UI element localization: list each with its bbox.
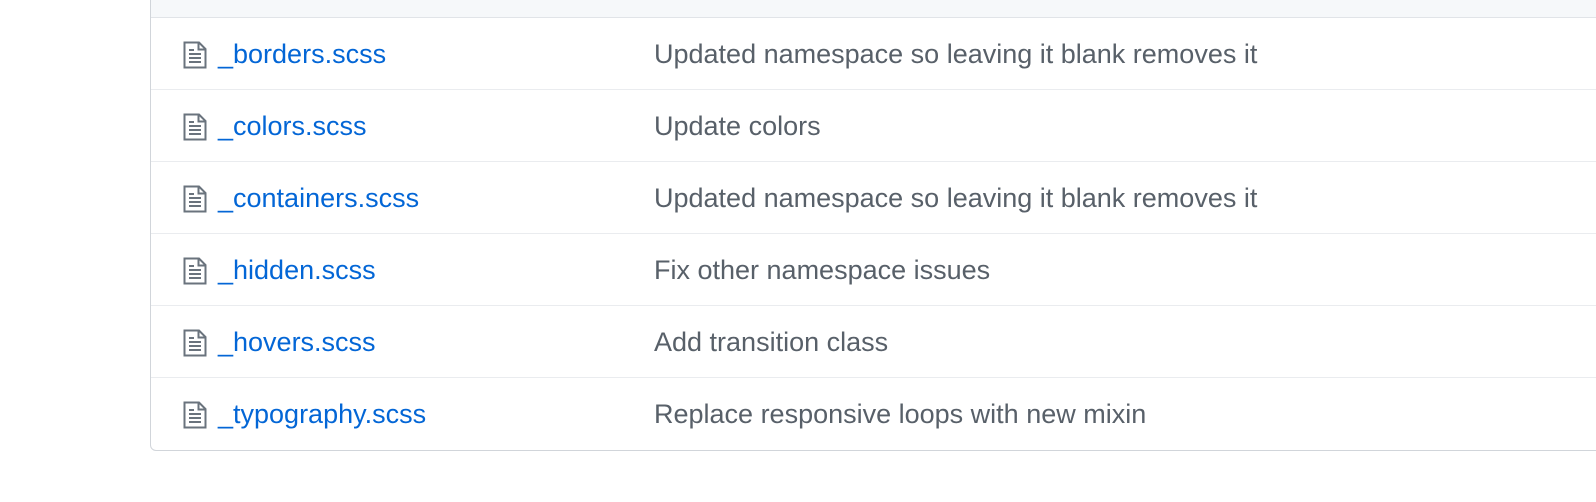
commit-message-link[interactable]: Updated namespace so leaving it blank re… <box>654 180 1257 216</box>
table-row: _hovers.scss Add transition class <box>151 306 1596 378</box>
file-icon <box>183 41 207 69</box>
file-name-link[interactable]: _borders.scss <box>218 36 386 72</box>
file-name-link[interactable]: _hovers.scss <box>218 324 376 360</box>
commit-message-link[interactable]: Replace responsive loops with new mixin <box>654 396 1146 432</box>
file-name-link[interactable]: _hidden.scss <box>218 252 376 288</box>
commit-message-link[interactable]: Update colors <box>654 108 821 144</box>
file-name-link[interactable]: _typography.scss <box>218 396 426 432</box>
file-icon <box>183 113 207 141</box>
file-name-link[interactable]: _containers.scss <box>218 180 419 216</box>
table-row: _hidden.scss Fix other namespace issues <box>151 234 1596 306</box>
table-header <box>151 0 1596 18</box>
table-row: _typography.scss Replace responsive loop… <box>151 378 1596 450</box>
file-icon <box>183 257 207 285</box>
commit-message-link[interactable]: Fix other namespace issues <box>654 252 990 288</box>
file-icon <box>183 185 207 213</box>
file-name-link[interactable]: _colors.scss <box>218 108 367 144</box>
file-list-table: _borders.scss Updated namespace so leavi… <box>150 0 1596 451</box>
commit-message-link[interactable]: Updated namespace so leaving it blank re… <box>654 36 1257 72</box>
file-icon <box>183 401 207 429</box>
table-row: _borders.scss Updated namespace so leavi… <box>151 18 1596 90</box>
table-row: _containers.scss Updated namespace so le… <box>151 162 1596 234</box>
table-row: _colors.scss Update colors <box>151 90 1596 162</box>
file-icon <box>183 329 207 357</box>
commit-message-link[interactable]: Add transition class <box>654 324 888 360</box>
